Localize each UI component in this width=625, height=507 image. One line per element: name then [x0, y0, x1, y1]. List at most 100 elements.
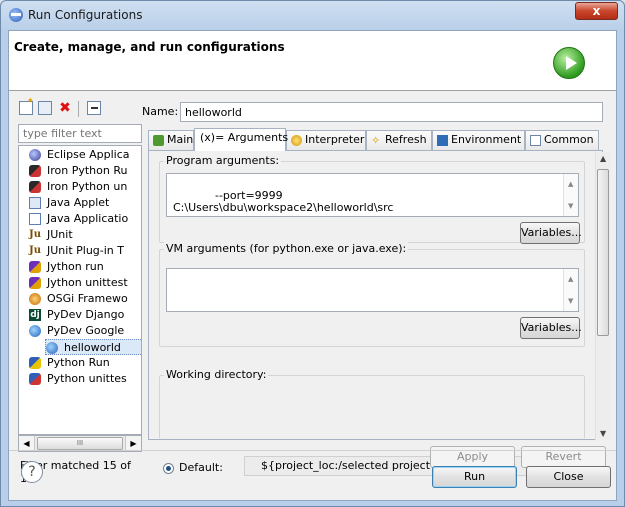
program-arguments-textarea[interactable]: --port=9999 C:\Users\dbu\workspace2\hell… — [166, 173, 579, 217]
eclipse-icon — [29, 149, 41, 161]
program-arguments-label: Program arguments: — [164, 154, 282, 167]
configuration-editor-pane: Name: Main (x)= Arguments Interpreter ✧ … — [140, 97, 610, 476]
environment-icon — [437, 135, 448, 146]
iron-python-icon — [29, 165, 41, 177]
tree-item-label: Python unittes — [47, 372, 127, 385]
program-arguments-group: Program arguments: --port=9999 C:\Users\… — [159, 154, 585, 244]
run-button[interactable]: Run — [432, 466, 517, 488]
tree-item-label: Python Run — [47, 356, 110, 369]
tree-item-label: OSGi Framewo — [47, 292, 128, 305]
common-icon — [530, 135, 541, 146]
scroll-up-icon[interactable]: ▲ — [600, 154, 606, 163]
program-arguments-text: --port=9999 C:\Users\dbu\workspace2\hell… — [173, 189, 394, 214]
filter-input[interactable] — [18, 124, 142, 143]
tree-item-label: Eclipse Applica — [47, 148, 130, 161]
tab-label: Interpreter — [305, 133, 365, 146]
java-applet-icon — [29, 197, 41, 209]
scroll-thumb[interactable]: III — [37, 437, 123, 450]
refresh-icon: ✧ — [371, 134, 381, 147]
junit-icon: Ju — [29, 229, 42, 240]
footer-separator — [9, 450, 616, 451]
working-directory-label: Working directory: — [164, 368, 269, 381]
tab-refresh[interactable]: ✧ Refresh — [366, 130, 432, 150]
new-configuration-icon[interactable] — [19, 96, 34, 115]
jython-icon — [29, 277, 41, 289]
help-icon[interactable]: ? — [21, 461, 43, 483]
tab-common[interactable]: Common — [525, 130, 599, 150]
python-unittest-icon — [29, 373, 41, 385]
tab-interpreter[interactable]: Interpreter — [286, 130, 366, 150]
scroll-thumb[interactable] — [597, 169, 609, 336]
scroll-up-icon[interactable]: ▲ — [568, 178, 573, 190]
interpreter-icon — [291, 135, 302, 146]
vm-arguments-group: VM arguments (for python.exe or java.exe… — [159, 242, 585, 347]
tree-item-label: helloworld — [64, 341, 121, 354]
tree-item-label: JUnit Plug-in T — [47, 244, 124, 257]
run-configurations-window: Run Configurations x Create, manage, and… — [0, 0, 625, 507]
panel-vertical-scrollbar[interactable]: ▲ ▼ — [595, 152, 610, 440]
java-application-icon — [29, 213, 41, 225]
dialog-client-area: Create, manage, and run configurations ✖… — [8, 30, 617, 501]
textarea-scrollbar[interactable]: ▲ ▼ — [563, 174, 578, 216]
google-icon — [29, 325, 41, 337]
window-close-button[interactable]: x — [575, 2, 618, 20]
vm-arguments-label: VM arguments (for python.exe or java.exe… — [164, 242, 409, 255]
run-icon — [553, 47, 585, 79]
configuration-tabs: Main (x)= Arguments Interpreter ✧ Refres… — [148, 128, 603, 151]
tab-label: Main — [167, 133, 194, 146]
configuration-list-pane: ✖ Eclipse Applica Iron Python Ru Iron Py… — [15, 96, 142, 485]
tab-main[interactable]: Main — [148, 130, 194, 150]
junit-plugin-icon: Ju — [29, 245, 42, 256]
delete-configuration-icon[interactable]: ✖ — [58, 101, 72, 115]
tab-arguments[interactable]: (x)= Arguments — [194, 128, 289, 151]
scroll-down-icon[interactable]: ▼ — [568, 200, 573, 212]
tree-item-label: Iron Python un — [47, 180, 128, 193]
google-icon — [46, 342, 58, 354]
main-tab-icon — [153, 135, 164, 146]
eclipse-icon — [9, 8, 23, 22]
close-button[interactable]: Close — [526, 466, 611, 488]
tab-label: (x)= Arguments — [200, 131, 289, 144]
tree-item-label: Iron Python Ru — [47, 164, 128, 177]
title-bar: Run Configurations x — [1, 1, 624, 29]
osgi-icon — [29, 293, 41, 305]
collapse-all-icon[interactable] — [87, 101, 101, 115]
tree-item-label: PyDev Google — [47, 324, 125, 337]
jython-icon — [29, 261, 41, 273]
name-label: Name: — [142, 105, 179, 118]
scroll-up-icon[interactable]: ▲ — [568, 273, 573, 285]
configuration-tree: Eclipse Applica Iron Python Ru Iron Pyth… — [18, 145, 142, 435]
django-icon: dj — [29, 309, 41, 321]
scroll-down-icon[interactable]: ▼ — [600, 429, 606, 438]
textarea-scrollbar[interactable]: ▲ ▼ — [563, 269, 578, 311]
tree-item-label: PyDev Django — [47, 308, 125, 321]
tree-item-label: Jython unittest — [47, 276, 128, 289]
python-icon — [29, 357, 41, 369]
tree-item-label: Java Applet — [47, 196, 110, 209]
duplicate-configuration-icon[interactable] — [38, 101, 52, 115]
dialog-banner: Create, manage, and run configurations — [9, 31, 616, 91]
program-args-variables-button[interactable]: Variables... — [520, 222, 582, 244]
working-directory-group: Working directory: — [159, 368, 585, 439]
tab-label: Environment — [451, 133, 522, 146]
vm-arguments-textarea[interactable]: ▲ ▼ — [166, 268, 579, 312]
window-title: Run Configurations — [28, 8, 143, 22]
name-input[interactable] — [180, 102, 603, 122]
toolbar-separator — [78, 101, 79, 117]
tree-item-label: Jython run — [47, 260, 104, 273]
tree-item-label: Java Applicatio — [47, 212, 129, 225]
scroll-down-icon[interactable]: ▼ — [568, 295, 573, 307]
iron-python-icon — [29, 181, 41, 193]
vm-args-variables-button[interactable]: Variables... — [520, 317, 582, 339]
left-toolbar: ✖ — [15, 96, 142, 123]
tree-item-label: JUnit — [47, 228, 73, 241]
default-label: Default: — [179, 461, 223, 474]
scroll-right-icon[interactable]: ▶ — [125, 436, 141, 451]
tab-environment[interactable]: Environment — [432, 130, 525, 150]
arguments-tab-panel: Program arguments: --port=9999 C:\Users\… — [148, 150, 610, 476]
tab-label: Common — [544, 133, 594, 146]
scroll-left-icon[interactable]: ◀ — [19, 436, 35, 451]
default-radio[interactable] — [163, 463, 174, 474]
tab-label: Refresh — [385, 133, 427, 146]
tree-item-selected[interactable]: helloworld — [45, 339, 141, 355]
